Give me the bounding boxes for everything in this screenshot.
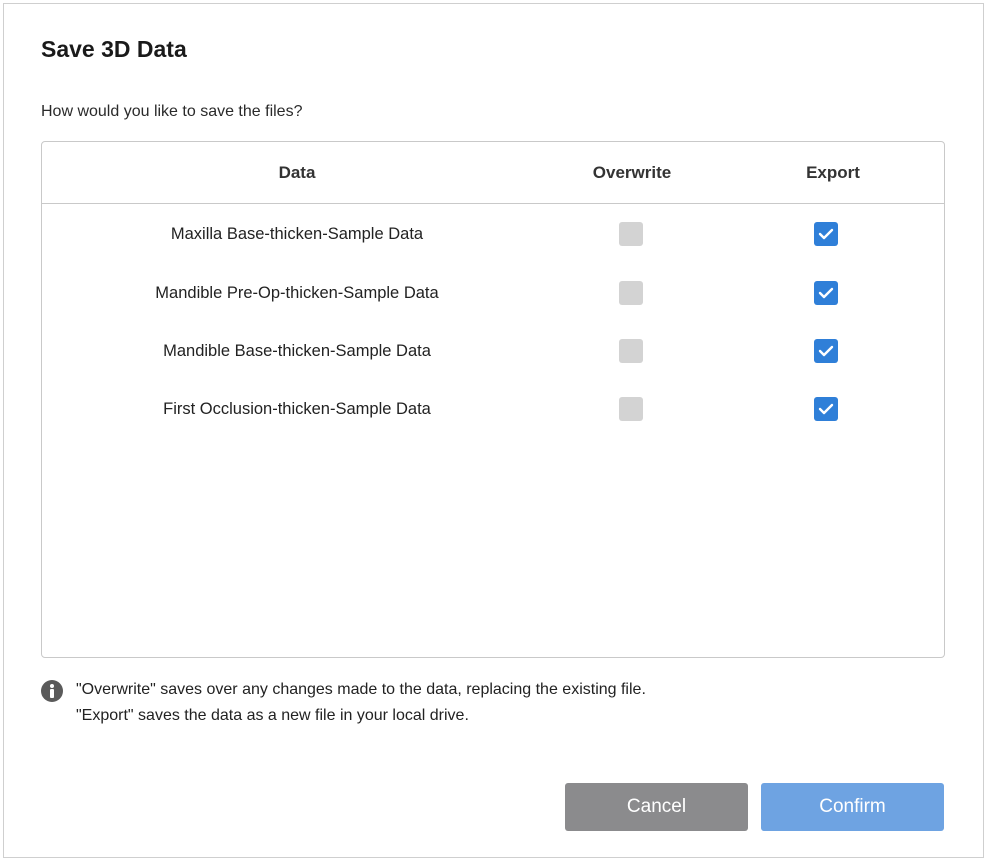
column-header-export: Export <box>806 163 860 182</box>
table-row: Mandible Pre-Op-thicken-Sample Data <box>42 274 944 314</box>
checkmark-icon <box>818 403 834 415</box>
dialog-title: Save 3D Data <box>41 36 187 62</box>
save-3d-data-dialog: Save 3D Data How would you like to save … <box>3 3 984 858</box>
overwrite-checkbox-disabled <box>619 397 643 421</box>
row-label: First Occlusion-thicken-Sample Data <box>163 400 431 418</box>
export-checkbox[interactable] <box>814 222 838 246</box>
info-text-export: "Export" saves the data as a new file in… <box>76 707 469 724</box>
table-row: Maxilla Base-thicken-Sample Data <box>42 215 944 255</box>
export-checkbox[interactable] <box>814 281 838 305</box>
table-row: Mandible Base-thicken-Sample Data <box>42 332 944 372</box>
checkmark-icon <box>818 287 834 299</box>
row-label: Mandible Base-thicken-Sample Data <box>163 342 431 360</box>
info-icon <box>41 680 63 702</box>
dialog-prompt: How would you like to save the files? <box>41 103 303 120</box>
column-header-data: Data <box>278 163 316 182</box>
cancel-button[interactable]: Cancel <box>565 783 748 831</box>
overwrite-checkbox-disabled <box>619 339 643 363</box>
row-label: Mandible Pre-Op-thicken-Sample Data <box>155 284 439 302</box>
export-checkbox[interactable] <box>814 339 838 363</box>
overwrite-checkbox-disabled <box>619 222 643 246</box>
confirm-button[interactable]: Confirm <box>761 783 944 831</box>
table-row: First Occlusion-thicken-Sample Data <box>42 390 944 430</box>
export-checkbox[interactable] <box>814 397 838 421</box>
data-table: Data Overwrite Export Maxilla Base-thick… <box>41 141 945 658</box>
row-label: Maxilla Base-thicken-Sample Data <box>170 225 424 243</box>
info-text-overwrite: "Overwrite" saves over any changes made … <box>76 681 646 698</box>
column-header-overwrite: Overwrite <box>592 163 672 182</box>
checkmark-icon <box>818 345 834 357</box>
table-header: Data Overwrite Export <box>42 142 944 204</box>
checkmark-icon <box>818 228 834 240</box>
overwrite-checkbox-disabled <box>619 281 643 305</box>
